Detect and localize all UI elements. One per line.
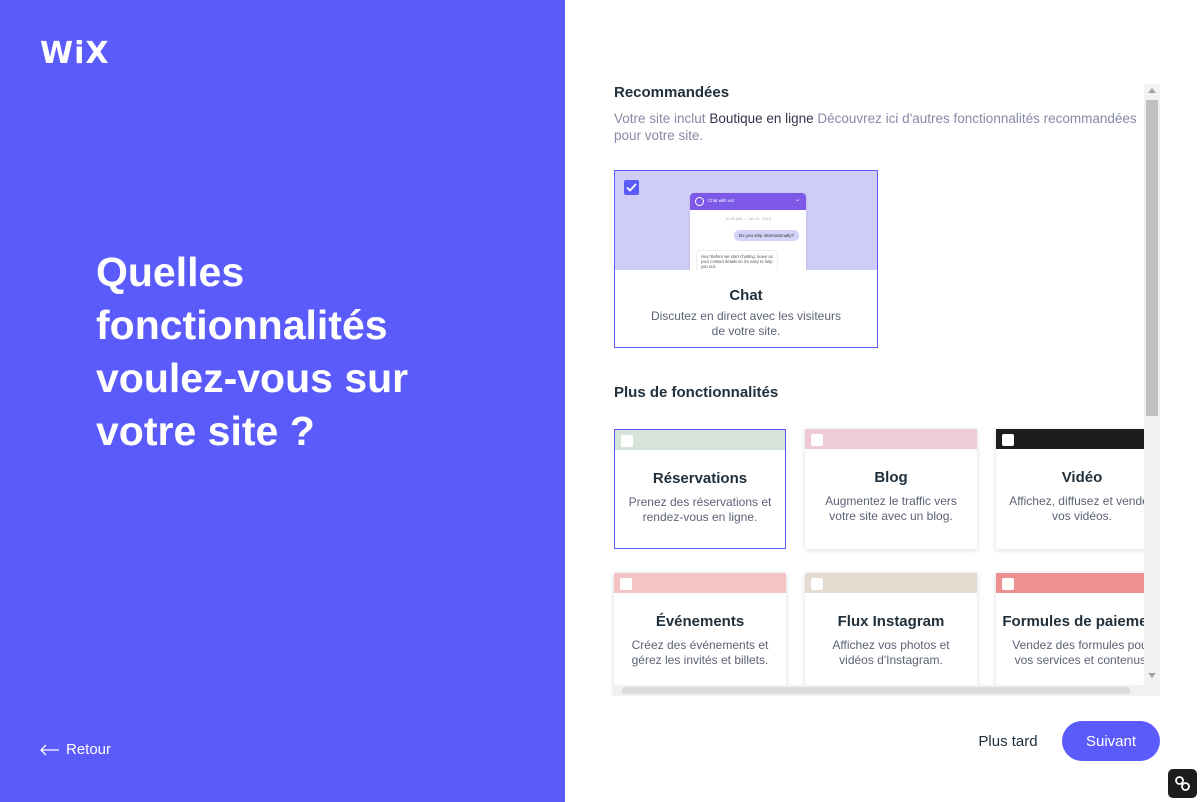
feature-card-video[interactable]: Vidéo Affichez, diffusez et vendez vos v… bbox=[996, 429, 1160, 549]
chat-card-title: Chat bbox=[729, 287, 763, 304]
horizontal-scrollbar-thumb[interactable] bbox=[622, 687, 1130, 694]
horizontal-scrollbar[interactable] bbox=[614, 685, 1144, 696]
back-label: Retour bbox=[66, 741, 112, 758]
card-title: Événements bbox=[655, 613, 745, 630]
later-button[interactable]: Plus tard bbox=[966, 733, 1050, 750]
card-color-band bbox=[614, 573, 786, 593]
card-color-band bbox=[996, 573, 1160, 593]
recommended-desc-highlight: Boutique en ligne bbox=[709, 111, 814, 126]
feature-card-blog[interactable]: Blog Augmentez le traffic vers votre sit… bbox=[805, 429, 977, 549]
check-icon bbox=[626, 183, 637, 192]
recommended-description: Votre site inclut Boutique en ligne Déco… bbox=[614, 110, 1154, 144]
recommended-desc-prefix: Votre site inclut bbox=[614, 111, 710, 126]
wix-logo: WiX bbox=[40, 36, 110, 71]
card-description: Affichez, diffusez et vendez vos vidéos. bbox=[1009, 494, 1155, 523]
chat-mock-reply-bubble: Hey! Before we start chatting, leave us … bbox=[696, 250, 778, 270]
card-color-band bbox=[996, 429, 1160, 449]
payment-plans-checkbox[interactable] bbox=[1002, 578, 1014, 590]
instagram-checkbox[interactable] bbox=[811, 578, 823, 590]
chat-mock-visitor-bubble: Do you ship internationally? bbox=[733, 230, 799, 241]
corner-link-widget[interactable] bbox=[1168, 769, 1197, 798]
arrow-left-icon bbox=[40, 744, 59, 755]
chat-preview: Chat with us! ⌄ 10:00 AM — Jan 11, 2019 … bbox=[615, 171, 877, 270]
chat-mock-header: Chat with us! ⌄ bbox=[690, 193, 806, 210]
card-description: Prenez des réservations et rendez-vous e… bbox=[628, 495, 772, 524]
feature-card-payment-plans[interactable]: Formules de paiement Vendez des formules… bbox=[996, 573, 1160, 696]
feature-card-events[interactable]: Événements Créez des événements et gérez… bbox=[614, 573, 786, 696]
card-title: Flux Instagram bbox=[837, 613, 945, 630]
feature-card-reservations[interactable]: Réservations Prenez des réservations et … bbox=[614, 429, 786, 549]
events-checkbox[interactable] bbox=[620, 578, 632, 590]
card-color-band bbox=[805, 573, 977, 593]
video-checkbox[interactable] bbox=[1002, 434, 1014, 446]
left-panel: WiX Quelles fonctionnalités voulez-vous … bbox=[0, 0, 565, 802]
scroll-down-arrow-icon[interactable] bbox=[1148, 673, 1156, 678]
card-description: Vendez des formules pour vos services et… bbox=[1012, 638, 1152, 667]
chat-mock-date: 10:00 AM — Jan 11, 2019 bbox=[725, 216, 771, 221]
feature-card-chat[interactable]: Chat with us! ⌄ 10:00 AM — Jan 11, 2019 … bbox=[614, 170, 878, 348]
card-description: Affichez vos photos et vidéos d'Instagra… bbox=[832, 638, 950, 667]
scrollbar-thumb[interactable] bbox=[1146, 100, 1158, 416]
next-button[interactable]: Suivant bbox=[1062, 721, 1160, 761]
card-title: Réservations bbox=[652, 470, 748, 487]
back-link[interactable]: Retour bbox=[40, 741, 111, 758]
chat-mock-avatar-icon bbox=[695, 197, 704, 206]
recommended-title: Recommandées bbox=[614, 84, 730, 101]
vertical-scrollbar[interactable] bbox=[1144, 84, 1160, 696]
chat-mock-title: Chat with us! bbox=[708, 198, 735, 203]
card-color-band bbox=[615, 430, 785, 450]
card-description: Créez des événements et gérez les invité… bbox=[631, 638, 769, 667]
card-color-band bbox=[805, 429, 977, 449]
chat-card-description: Discutez en direct avec les visiteurs de… bbox=[650, 309, 842, 338]
card-title: Formules de paiement bbox=[1002, 613, 1160, 630]
card-title: Blog bbox=[874, 469, 908, 486]
scroll-up-arrow-icon[interactable] bbox=[1148, 88, 1156, 93]
feature-card-instagram[interactable]: Flux Instagram Affichez vos photos et vi… bbox=[805, 573, 977, 696]
chat-checkbox[interactable] bbox=[624, 180, 639, 195]
chat-widget-mockup: Chat with us! ⌄ 10:00 AM — Jan 11, 2019 … bbox=[690, 193, 806, 270]
chevron-down-icon: ⌄ bbox=[794, 197, 800, 203]
page-title: Quelles fonctionnalités voulez-vous sur … bbox=[96, 249, 409, 454]
more-features-title: Plus de fonctionnalités bbox=[614, 384, 779, 401]
features-scroll-area[interactable]: Recommandées Votre site inclut Boutique … bbox=[565, 84, 1160, 696]
link-icon bbox=[1175, 776, 1190, 791]
reservations-checkbox[interactable] bbox=[621, 435, 633, 447]
card-description: Augmentez le traffic vers votre site ave… bbox=[825, 494, 957, 523]
blog-checkbox[interactable] bbox=[811, 434, 823, 446]
card-title: Vidéo bbox=[1061, 469, 1103, 486]
